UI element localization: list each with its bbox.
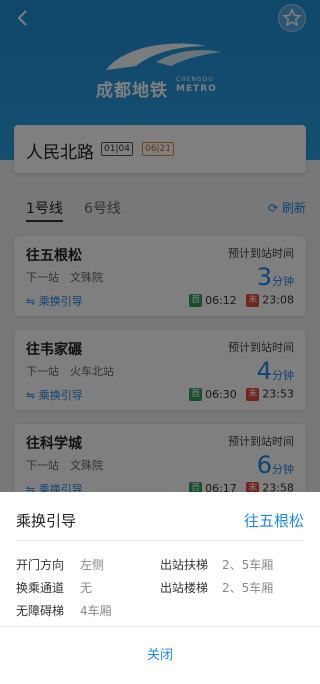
info-label: 开门方向 <box>16 558 65 572</box>
info-value: 4车厢 <box>80 604 112 618</box>
sheet-divider <box>16 540 304 541</box>
info-accessible-elevator: 无障碍梯 4车厢 <box>16 602 156 619</box>
sheet-title: 乘换引导 <box>16 512 77 530</box>
info-door-side: 开门方向 左侧 <box>16 556 156 573</box>
close-button[interactable]: 关闭 <box>0 644 320 663</box>
info-label: 出站楼梯 <box>160 581 209 595</box>
transfer-guide-sheet: 乘换引导 往五根松 开门方向 左侧 出站扶梯 2、5车厢 换乘通道 无 出站楼梯… <box>0 492 320 684</box>
sheet-destination: 往五根松 <box>243 512 304 530</box>
sheet-bottom-divider <box>0 626 320 627</box>
info-label: 出站扶梯 <box>160 558 209 572</box>
info-transfer-passage: 换乘通道 无 <box>16 579 156 596</box>
info-label: 换乘通道 <box>16 581 65 595</box>
info-exit-escalator: 出站扶梯 2、5车厢 <box>160 556 310 573</box>
info-value: 无 <box>80 581 93 595</box>
info-exit-stairs: 出站楼梯 2、5车厢 <box>160 579 310 596</box>
info-value: 2、5车厢 <box>222 581 274 595</box>
info-value: 左侧 <box>80 558 105 572</box>
info-value: 2、5车厢 <box>222 558 274 572</box>
info-label: 无障碍梯 <box>16 604 65 618</box>
